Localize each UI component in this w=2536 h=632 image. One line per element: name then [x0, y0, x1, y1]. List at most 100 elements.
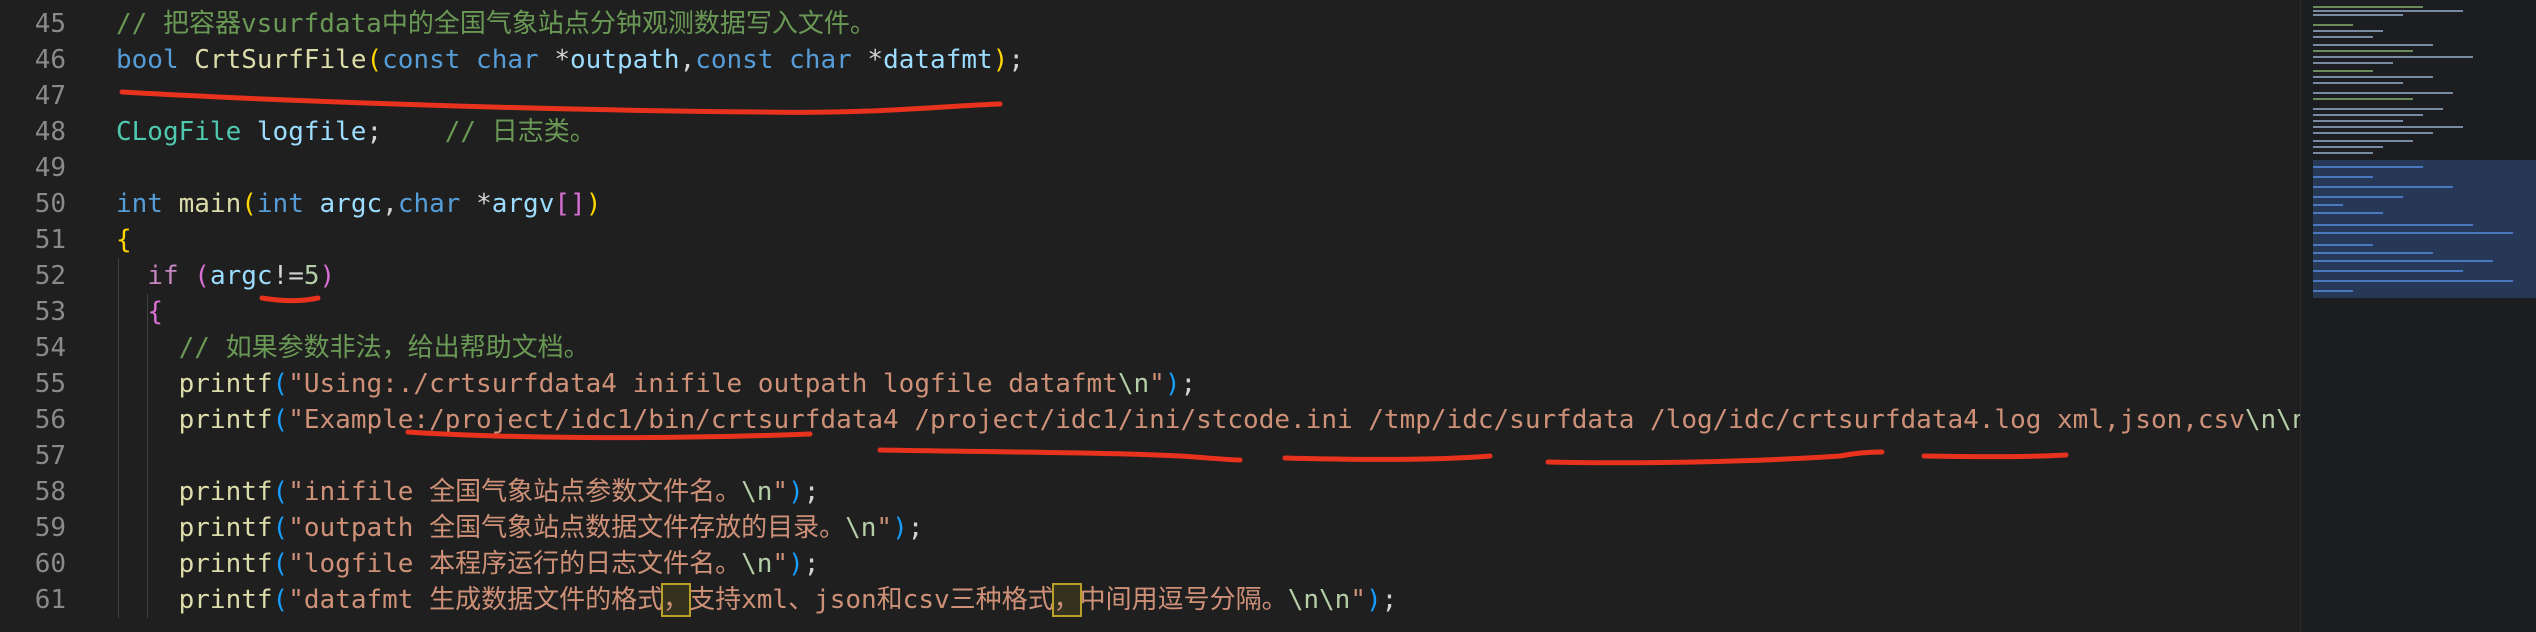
code-token: ) — [788, 549, 804, 579]
code-line[interactable]: 46 bool CrtSurfFile(const char *outpath,c… — [0, 42, 2300, 78]
code-token: ( — [194, 261, 210, 291]
line-number: 56 — [34, 405, 66, 435]
code-token: \n\n — [1287, 585, 1351, 615]
code-line[interactable]: 45 // 把容器vsurfdata中的全国气象站点分钟观测数据写入文件。 — [0, 6, 2300, 42]
minimap-line — [2313, 10, 2463, 12]
minimap-line — [2313, 30, 2383, 32]
indent-guide — [118, 258, 119, 618]
line-number: 50 — [34, 189, 66, 219]
code-token: ; — [1008, 45, 1024, 75]
code-line[interactable]: 49 — [0, 150, 2300, 186]
code-token: ( — [272, 477, 289, 507]
code-line[interactable]: 58 printf("inifile 全国气象站点参数文件名。\n"); — [0, 474, 2300, 510]
code-token: ; — [803, 477, 820, 507]
code-token: " — [772, 477, 789, 507]
minimap-line — [2313, 98, 2413, 100]
code-token: " — [1149, 369, 1165, 399]
code-token: ; — [1180, 369, 1197, 399]
code-line[interactable]: 55 printf("Using:./crtsurfdata4 inifile … — [0, 366, 2300, 402]
highlighted-char: ， — [1051, 583, 1082, 617]
code-token: \n — [845, 513, 877, 543]
code-token: ; — [803, 549, 820, 579]
code-token: * — [867, 45, 884, 75]
code-text: printf("inifile 全国气象站点参数文件名。\n"); — [116, 474, 820, 510]
code-token: ; — [1381, 585, 1398, 615]
code-token: outpath — [569, 45, 680, 75]
code-text: printf("logfile 本程序运行的日志文件名。\n"); — [116, 546, 820, 582]
code-text: { — [116, 294, 163, 330]
code-token: 中间用逗号分隔。 — [1079, 585, 1288, 615]
minimap-viewport-highlight[interactable] — [2313, 160, 2536, 298]
code-line[interactable]: 53 { — [0, 294, 2300, 330]
minimap-line — [2313, 176, 2373, 178]
code-line[interactable]: 59 printf("outpath 全国气象站点数据文件存放的目录。\n"); — [0, 510, 2300, 546]
code-token: if — [147, 261, 195, 291]
code-token: ( — [272, 585, 289, 615]
code-line[interactable]: 57 — [0, 438, 2300, 474]
code-token: printf — [178, 513, 273, 543]
code-text: printf("Using:./crtsurfdata4 inifile out… — [116, 366, 1197, 402]
code-token: printf — [178, 477, 273, 507]
code-token: // 日志类。 — [444, 117, 596, 147]
minimap-line — [2313, 114, 2423, 116]
code-token: \n — [1117, 369, 1150, 399]
line-number: 46 — [34, 45, 66, 75]
code-token: "datafmt 生成数据文件的格式 — [288, 585, 664, 615]
code-token: ) — [1365, 585, 1382, 615]
code-token: ( — [241, 189, 257, 219]
code-token: "Example:/project/idc1/bin/crtsurfdata4 … — [288, 405, 2245, 435]
code-token: 5 — [303, 261, 320, 291]
code-text: int main(int argc,char *argv[]) — [116, 186, 601, 222]
minimap-line — [2313, 146, 2383, 148]
code-line[interactable]: 61 printf("datafmt 生成数据文件的格式，支持xml、json和… — [0, 582, 2300, 618]
minimap-line — [2313, 82, 2403, 84]
code-token: ; — [907, 513, 924, 543]
minimap-line — [2313, 70, 2373, 72]
minimap-line — [2313, 244, 2373, 246]
code-line[interactable]: 52 if (argc!=5) — [0, 258, 2300, 294]
minimap-line — [2313, 232, 2513, 234]
code-line[interactable]: 50 int main(int argc,char *argv[]) — [0, 186, 2300, 222]
code-text: // 如果参数非法，给出帮助文档。 — [116, 330, 590, 366]
line-number: 60 — [34, 549, 66, 579]
minimap-line — [2313, 290, 2353, 292]
code-line[interactable]: 54 // 如果参数非法，给出帮助文档。 — [0, 330, 2300, 366]
minimap[interactable] — [2300, 0, 2536, 632]
minimap-line — [2313, 108, 2443, 110]
code-token: ( — [272, 549, 289, 579]
code-token: " — [876, 513, 893, 543]
code-editor[interactable]: 45 // 把容器vsurfdata中的全国气象站点分钟观测数据写入文件。 46 bo… — [0, 0, 2355, 632]
line-number: 53 — [34, 297, 66, 327]
line-number: 57 — [34, 441, 66, 471]
code-text: bool CrtSurfFile(const char *outpath,con… — [116, 42, 1024, 78]
code-token: logfile — [256, 117, 367, 147]
code-line[interactable]: 60 printf("logfile 本程序运行的日志文件名。\n"); — [0, 546, 2300, 582]
code-token: int — [256, 189, 320, 219]
minimap-line — [2313, 140, 2413, 142]
line-number: 52 — [34, 261, 66, 291]
code-line[interactable]: 47 — [0, 78, 2300, 114]
code-text: if (argc!=5) — [116, 258, 335, 294]
minimap-line — [2313, 120, 2403, 122]
code-token: 支持xml、json和csv三种格式 — [689, 585, 1054, 615]
code-token: \n\n — [2244, 405, 2308, 435]
minimap-line — [2313, 152, 2373, 154]
code-token: ( — [366, 45, 383, 75]
minimap-line — [2313, 36, 2373, 38]
minimap-line — [2313, 24, 2353, 26]
code-line[interactable]: 56 printf("Example:/project/idc1/bin/crt… — [0, 402, 2355, 438]
code-token: ( — [272, 405, 289, 435]
minimap-line — [2313, 126, 2463, 128]
line-number: 51 — [34, 225, 66, 255]
code-line[interactable]: 51 { — [0, 222, 2300, 258]
code-token: printf — [178, 585, 273, 615]
minimap-line — [2313, 260, 2493, 262]
line-number: 49 — [34, 153, 66, 183]
code-line[interactable]: 48 CLogFile logfile; // 日志类。 — [0, 114, 2300, 150]
code-token: "inifile 全国气象站点参数文件名。 — [288, 477, 742, 507]
line-number: 47 — [34, 81, 66, 111]
line-number: 54 — [34, 333, 66, 363]
line-number: 48 — [34, 117, 66, 147]
